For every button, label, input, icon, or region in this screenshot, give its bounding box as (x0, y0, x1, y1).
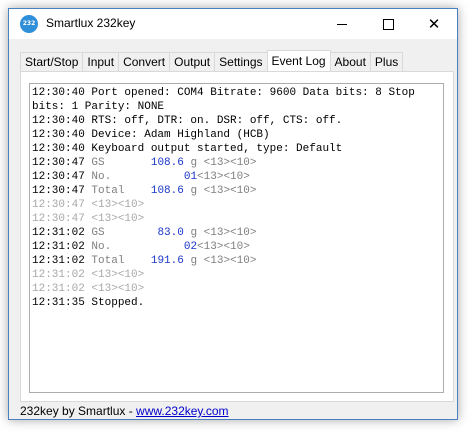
log-entry-suffix: g <13><10> (183, 157, 257, 169)
log-entry-time: 12:31:02 (32, 255, 85, 267)
log-entry-label: No. (91, 171, 145, 183)
log-entry-label: No. (91, 241, 145, 253)
log-line-signals: 12:30:40 RTS: off, DTR: on. DSR: off, CT… (32, 115, 343, 127)
log-entry-line: 12:30:47 <13><10> (32, 212, 443, 226)
log-entry-value: 108.6 (150, 157, 184, 169)
log-line-stopped: 12:31:35 Stopped. (32, 297, 145, 309)
tab-input[interactable]: Input (82, 52, 120, 71)
log-entry-time: 12:31:02 (32, 283, 85, 295)
status-text: 232key by Smartlux - (20, 404, 137, 418)
minimize-icon (337, 23, 347, 25)
tab-event-log[interactable]: Event Log (266, 50, 331, 71)
log-entry-label: <13><10> (91, 269, 145, 281)
log-entry-line: 12:30:47 <13><10> (32, 198, 443, 212)
log-entry-line: 12:31:02 Total 191.6 g <13><10> (32, 254, 443, 268)
log-entry-label: <13><10> (91, 283, 145, 295)
log-entry-line: 12:31:02 <13><10> (32, 282, 443, 296)
log-entries: 12:30:47 GS 108.6 g <13><10> 12:30:47 No.… (32, 156, 443, 296)
tab-plus[interactable]: Plus (369, 52, 404, 71)
log-entry-time: 12:31:02 (32, 227, 85, 239)
status-bar: 232key by Smartlux - www.232key.com (20, 404, 229, 418)
event-log-textbox[interactable]: 12:30:40 Port opened: COM4 Bitrate: 9600… (29, 83, 444, 393)
close-icon: ✕ (427, 14, 441, 33)
close-button[interactable]: ✕ (411, 9, 457, 39)
tab-output[interactable]: Output (169, 52, 216, 71)
tab-start-stop[interactable]: Start/Stop (20, 52, 84, 71)
log-entry-line: 12:31:02 <13><10> (32, 268, 443, 282)
window-title: Smartlux 232key (46, 16, 136, 30)
title-bar[interactable]: 232 Smartlux 232key ✕ (9, 9, 457, 39)
log-entry-time: 12:31:02 (32, 241, 85, 253)
website-link[interactable]: www.232key.com (136, 404, 228, 418)
log-entry-line: 12:30:47 Total 108.6 g <13><10> (32, 184, 443, 198)
log-entry-label: GS (91, 157, 145, 169)
log-entry-label: Total (91, 185, 145, 197)
log-line-port-opened: 12:30:40 Port opened: COM4 Bitrate: 9600… (32, 87, 422, 113)
log-entry-time: 12:31:02 (32, 269, 85, 281)
app-logo-icon: 232 (20, 15, 38, 33)
event-log-panel: 12:30:40 Port opened: COM4 Bitrate: 9600… (20, 71, 454, 402)
log-entry-value: 83.0 (157, 227, 184, 239)
log-entry-suffix: g <13><10> (183, 227, 257, 239)
log-entry-line: 12:30:47 GS 108.6 g <13><10> (32, 156, 443, 170)
log-entry-value: 108.6 (150, 185, 184, 197)
log-entry-label: <13><10> (91, 213, 145, 225)
app-window: 232 Smartlux 232key ✕ Start/Stop Input C… (8, 8, 458, 420)
log-entry-label: GS (91, 227, 145, 239)
log-entry-suffix: <13><10> (197, 171, 250, 183)
maximize-icon (382, 18, 394, 30)
maximize-button[interactable] (365, 9, 411, 39)
tab-about[interactable]: About (329, 52, 371, 71)
log-entry-time: 12:30:47 (32, 199, 85, 211)
log-entry-suffix: <13><10> (197, 241, 250, 253)
log-entry-suffix: g <13><10> (183, 185, 257, 197)
log-entry-time: 12:30:47 (32, 213, 85, 225)
log-line-keyboard-output: 12:30:40 Keyboard output started, type: … (32, 143, 343, 155)
log-entry-value: 02 (183, 241, 198, 253)
minimize-button[interactable] (319, 9, 365, 39)
log-entry-label: Total (91, 255, 145, 267)
log-entry-line: 12:31:02 No. 02<13><10> (32, 240, 443, 254)
log-entry-value: 191.6 (150, 255, 184, 267)
log-entry-line: 12:31:02 GS 83.0 g <13><10> (32, 226, 443, 240)
log-entry-label: <13><10> (91, 199, 145, 211)
log-line-device: 12:30:40 Device: Adam Highland (HCB) (32, 129, 270, 141)
log-entry-time: 12:30:47 (32, 157, 85, 169)
log-entry-value: 01 (183, 171, 198, 183)
log-entry-time: 12:30:47 (32, 185, 85, 197)
log-entry-suffix: g <13><10> (183, 255, 257, 267)
tab-strip: Start/Stop Input Convert Output Settings… (20, 50, 404, 71)
log-entry-line: 12:30:47 No. 01<13><10> (32, 170, 443, 184)
tab-convert[interactable]: Convert (118, 52, 171, 71)
tab-settings[interactable]: Settings (214, 52, 268, 71)
log-entry-time: 12:30:47 (32, 171, 85, 183)
